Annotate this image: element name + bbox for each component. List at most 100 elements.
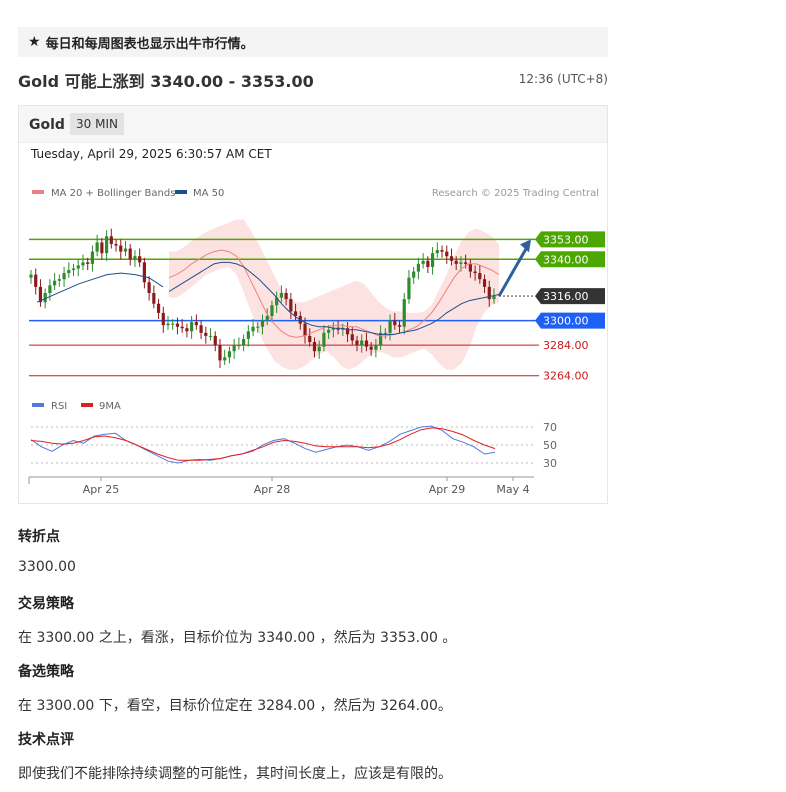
candle-body xyxy=(156,303,161,313)
candle-body xyxy=(104,236,109,254)
rsi-legend-swatch xyxy=(32,403,44,407)
candle-body xyxy=(374,345,378,350)
candle-body xyxy=(246,331,250,339)
timestamp: 12:36 (UTC+8) xyxy=(518,72,608,86)
candle-body xyxy=(57,279,61,281)
candle-body xyxy=(194,322,198,326)
candle xyxy=(412,266,416,284)
candle-body xyxy=(270,305,274,316)
candle-body xyxy=(449,256,454,261)
x-tick-label: Apr 25 xyxy=(83,483,120,496)
candle xyxy=(435,242,439,258)
rsi-ma-line xyxy=(30,427,496,461)
candle-body xyxy=(133,256,137,260)
candle-body xyxy=(138,256,142,263)
rsi-ma-legend-swatch xyxy=(81,403,93,407)
candle-body xyxy=(204,332,208,336)
candle-body xyxy=(360,340,364,346)
candle xyxy=(147,276,151,301)
candle-body xyxy=(421,260,425,264)
alternative-title: 备选策略 xyxy=(18,664,74,680)
candle-body xyxy=(71,268,76,271)
rsi-level-label-50: 50 xyxy=(543,439,557,452)
pivot-title: 转折点 xyxy=(18,529,60,545)
candle-body xyxy=(454,260,458,264)
ma20-legend-swatch xyxy=(32,190,44,194)
x-tick-label: Apr 29 xyxy=(429,483,466,496)
rsi-line xyxy=(30,425,496,464)
candle xyxy=(208,328,213,341)
candle xyxy=(242,334,246,352)
candle xyxy=(57,274,61,287)
candle-body xyxy=(369,346,373,350)
candle-body xyxy=(430,253,435,267)
price-chart: MA 20 + Bollinger Bands MA 50 Research ©… xyxy=(28,188,605,496)
rsi-legend-label: RSI xyxy=(51,401,67,412)
candle-body xyxy=(48,285,52,293)
candle xyxy=(416,257,421,280)
x-tick-label: Apr 28 xyxy=(254,483,291,496)
rsi-ma-legend-label: 9MA xyxy=(99,401,121,412)
candle xyxy=(62,266,66,287)
candle xyxy=(190,315,194,339)
level-label-3264.00: 3264.00 xyxy=(543,370,589,383)
candle xyxy=(204,326,208,344)
candle-body xyxy=(426,260,430,267)
candle xyxy=(246,325,250,347)
candle-body xyxy=(123,248,128,252)
ma20-legend-label: MA 20 + Bollinger Bands xyxy=(51,188,175,199)
candle xyxy=(407,270,411,304)
candle xyxy=(104,230,109,261)
candle-body xyxy=(29,274,33,278)
candle-body xyxy=(317,346,321,352)
candle-body xyxy=(237,345,241,347)
candle xyxy=(251,319,255,336)
rsi-level-label-70: 70 xyxy=(543,421,557,434)
candle-body xyxy=(445,251,449,257)
candle-body xyxy=(62,273,66,280)
level-label-3284.00: 3284.00 xyxy=(543,339,589,352)
candle-body xyxy=(312,342,317,352)
level-label-3353.00: 3353.00 xyxy=(543,233,589,246)
comment-text: 即使我们不能排除持续调整的可能性，其时间长度上，应该是有限的。 xyxy=(18,766,452,782)
candle-body xyxy=(109,236,113,244)
candle-body xyxy=(53,280,57,286)
price-legend: MA 20 + Bollinger Bands MA 50 Research ©… xyxy=(32,188,599,199)
candle xyxy=(142,257,146,289)
candle-body xyxy=(95,242,99,252)
candle xyxy=(114,239,118,252)
candle-body xyxy=(303,323,307,336)
candle-body xyxy=(487,286,491,300)
candle xyxy=(440,245,444,258)
candle-body xyxy=(388,320,392,333)
level-label-3340.00: 3340.00 xyxy=(543,253,589,266)
candle-body xyxy=(251,326,255,332)
chart-card: Gold 30 MIN Tuesday, April 29, 2025 6:30… xyxy=(18,105,608,504)
candle xyxy=(109,228,113,249)
candle-body xyxy=(440,250,444,252)
candle-body xyxy=(468,263,472,272)
candle-body xyxy=(119,245,123,252)
candle-body xyxy=(412,271,416,278)
candle-body xyxy=(279,293,283,298)
level-label-3316.00: 3316.00 xyxy=(543,290,589,303)
candle xyxy=(445,245,449,264)
candle xyxy=(119,239,123,260)
strategy-title: 交易策略 xyxy=(18,596,74,612)
banner-text: 每日和每周图表也显示出牛市行情。 xyxy=(45,36,254,52)
candle xyxy=(213,331,217,352)
candle-body xyxy=(34,274,38,287)
candle xyxy=(29,270,33,284)
candle xyxy=(71,263,76,277)
candle-body xyxy=(86,262,90,264)
candle-body xyxy=(227,351,232,358)
candle-body xyxy=(464,262,468,264)
candle-body xyxy=(67,270,71,274)
candle-body xyxy=(175,323,180,327)
candle xyxy=(81,254,85,271)
candle-body xyxy=(350,334,354,341)
candle-body xyxy=(76,265,80,269)
candle-body xyxy=(199,325,203,333)
candle xyxy=(199,320,203,339)
candle xyxy=(430,247,435,275)
